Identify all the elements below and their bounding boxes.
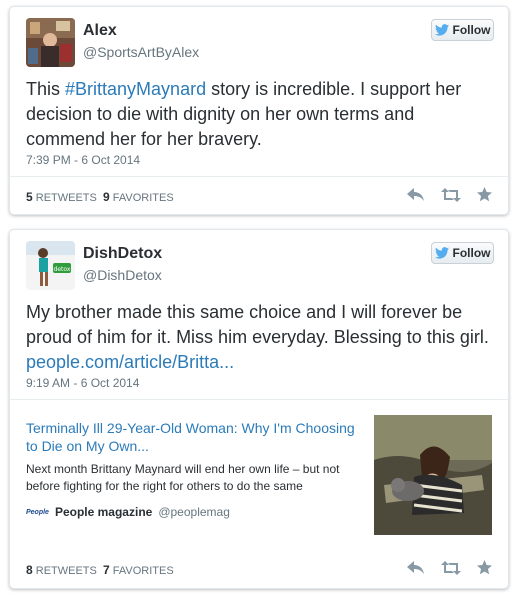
tweet-timestamp[interactable]: 7:39 PM - 6 Oct 2014 — [26, 153, 140, 167]
tweet-text-main: My brother made this same choice and I w… — [26, 302, 489, 347]
follow-button[interactable]: Follow — [431, 242, 494, 264]
reply-icon[interactable] — [407, 560, 425, 575]
tweet-actions — [407, 560, 492, 575]
divider — [10, 176, 508, 177]
svg-text:detox: detox — [54, 266, 71, 273]
display-name[interactable]: Alex — [83, 22, 117, 40]
tweet-timestamp[interactable]: 9:19 AM - 6 Oct 2014 — [26, 376, 139, 390]
divider — [10, 399, 508, 400]
people-logo: People — [26, 508, 49, 516]
favorites-count: 7 — [103, 563, 110, 577]
favorites-count: 9 — [103, 190, 110, 204]
display-name[interactable]: DishDetox — [83, 245, 162, 263]
article-thumbnail-image[interactable] — [374, 415, 492, 535]
tweet-card: Alex @SportsArtByAlex Follow This #Britt… — [9, 6, 509, 215]
follow-label: Follow — [452, 246, 491, 260]
retweet-icon[interactable] — [441, 187, 461, 202]
card-source: People People magazine @peoplemag — [26, 505, 230, 519]
source-name[interactable]: People magazine — [55, 505, 152, 519]
tweet-stats: 8 RETWEETS 7 FAVORITES — [26, 563, 174, 577]
tweet-actions — [407, 187, 492, 202]
user-handle[interactable]: @SportsArtByAlex — [83, 44, 199, 60]
retweets-label: RETWEETS — [35, 192, 97, 204]
link-preview-card[interactable]: Terminally Ill 29-Year-Old Woman: Why I'… — [26, 415, 492, 543]
twitter-bird-icon — [434, 247, 449, 259]
retweets-count: 8 — [26, 563, 33, 577]
card-title[interactable]: Terminally Ill 29-Year-Old Woman: Why I'… — [26, 419, 366, 455]
retweet-icon[interactable] — [441, 560, 461, 575]
card-description: Next month Brittany Maynard will end her… — [26, 462, 340, 493]
avatar[interactable] — [26, 18, 75, 67]
source-handle[interactable]: @peoplemag — [158, 505, 230, 519]
avatar[interactable]: detox — [26, 241, 75, 290]
follow-button[interactable]: Follow — [431, 19, 494, 41]
article-link[interactable]: people.com/article/Britta... — [26, 352, 234, 372]
tweet-card: detox DishDetox @DishDetox Follow My bro… — [9, 229, 509, 589]
retweets-count: 5 — [26, 190, 33, 204]
favorite-star-icon[interactable] — [477, 560, 492, 575]
follow-label: Follow — [452, 23, 491, 37]
tweet-text: My brother made this same choice and I w… — [26, 300, 490, 375]
twitter-bird-icon — [434, 24, 449, 36]
reply-icon[interactable] — [407, 187, 425, 202]
tweet-text-start: This — [26, 79, 66, 99]
tweet-stats: 5 RETWEETS 9 FAVORITES — [26, 190, 174, 204]
hashtag-link[interactable]: #BrittanyMaynard — [65, 79, 206, 99]
tweet-text: This #BrittanyMaynard story is incredibl… — [26, 77, 490, 152]
favorite-star-icon[interactable] — [477, 187, 492, 202]
user-handle[interactable]: @DishDetox — [83, 267, 162, 283]
favorites-label: FAVORITES — [112, 192, 174, 204]
favorites-label: FAVORITES — [112, 565, 174, 577]
retweets-label: RETWEETS — [35, 565, 97, 577]
